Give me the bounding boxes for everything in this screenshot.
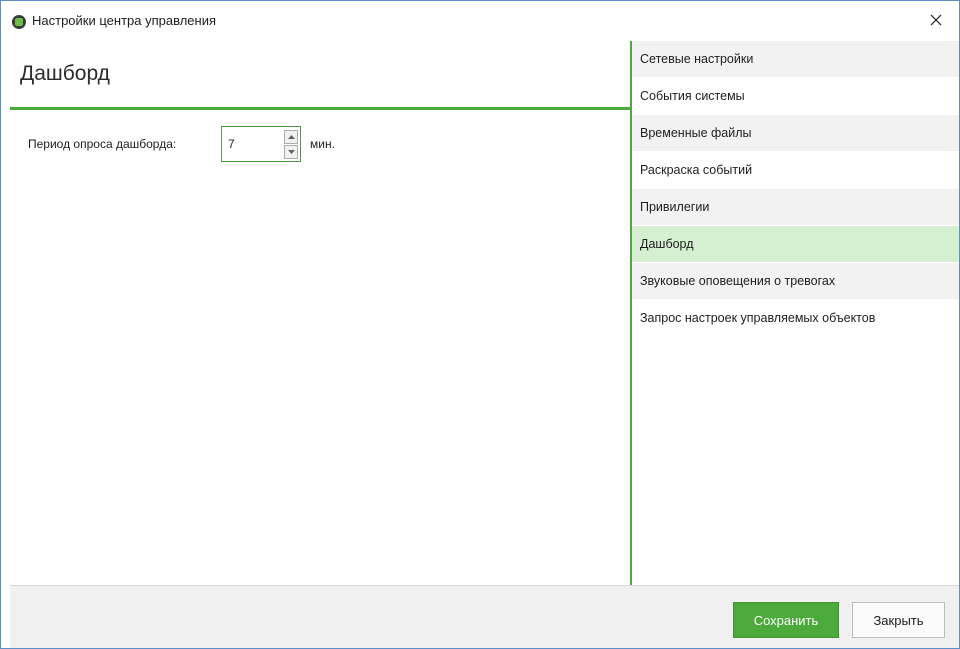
poll-period-input[interactable]: 7	[228, 137, 235, 151]
app-icon	[12, 15, 26, 29]
content-panel: Дашборд Период опроса дашборда: 7 мин.	[10, 41, 630, 585]
arrow-up-icon	[287, 135, 295, 139]
title-bar: Настройки центра управления	[1, 1, 959, 39]
close-button[interactable]: Закрыть	[852, 602, 945, 638]
poll-period-stepper[interactable]: 7	[221, 126, 301, 162]
decrement-button[interactable]	[284, 145, 298, 159]
nav-item-privileges[interactable]: Привилегии	[632, 189, 959, 225]
nav-item-network[interactable]: Сетевые настройки	[632, 41, 959, 77]
page-title: Дашборд	[20, 62, 110, 85]
footer-bar: Сохранить Закрыть	[10, 585, 959, 648]
close-window-button[interactable]	[913, 1, 959, 39]
close-icon	[930, 14, 942, 26]
arrow-down-icon	[287, 150, 295, 154]
window-title: Настройки центра управления	[32, 13, 216, 28]
increment-button[interactable]	[284, 130, 298, 144]
nav-item-managed-objects[interactable]: Запрос настроек управляемых объектов	[632, 300, 959, 336]
settings-nav: Сетевые настройки События системы Времен…	[632, 41, 959, 585]
nav-item-system-events[interactable]: События системы	[632, 78, 959, 114]
save-button[interactable]: Сохранить	[733, 602, 839, 638]
nav-item-event-coloring[interactable]: Раскраска событий	[632, 152, 959, 188]
title-underline	[10, 107, 630, 110]
nav-item-dashboard[interactable]: Дашборд	[632, 226, 959, 262]
settings-window: Настройки центра управления Дашборд Пери…	[0, 0, 960, 649]
nav-item-alarm-sounds[interactable]: Звуковые оповещения о тревогах	[632, 263, 959, 299]
poll-period-label: Период опроса дашборда:	[28, 137, 177, 151]
nav-item-temp-files[interactable]: Временные файлы	[632, 115, 959, 151]
poll-period-unit: мин.	[310, 137, 335, 151]
